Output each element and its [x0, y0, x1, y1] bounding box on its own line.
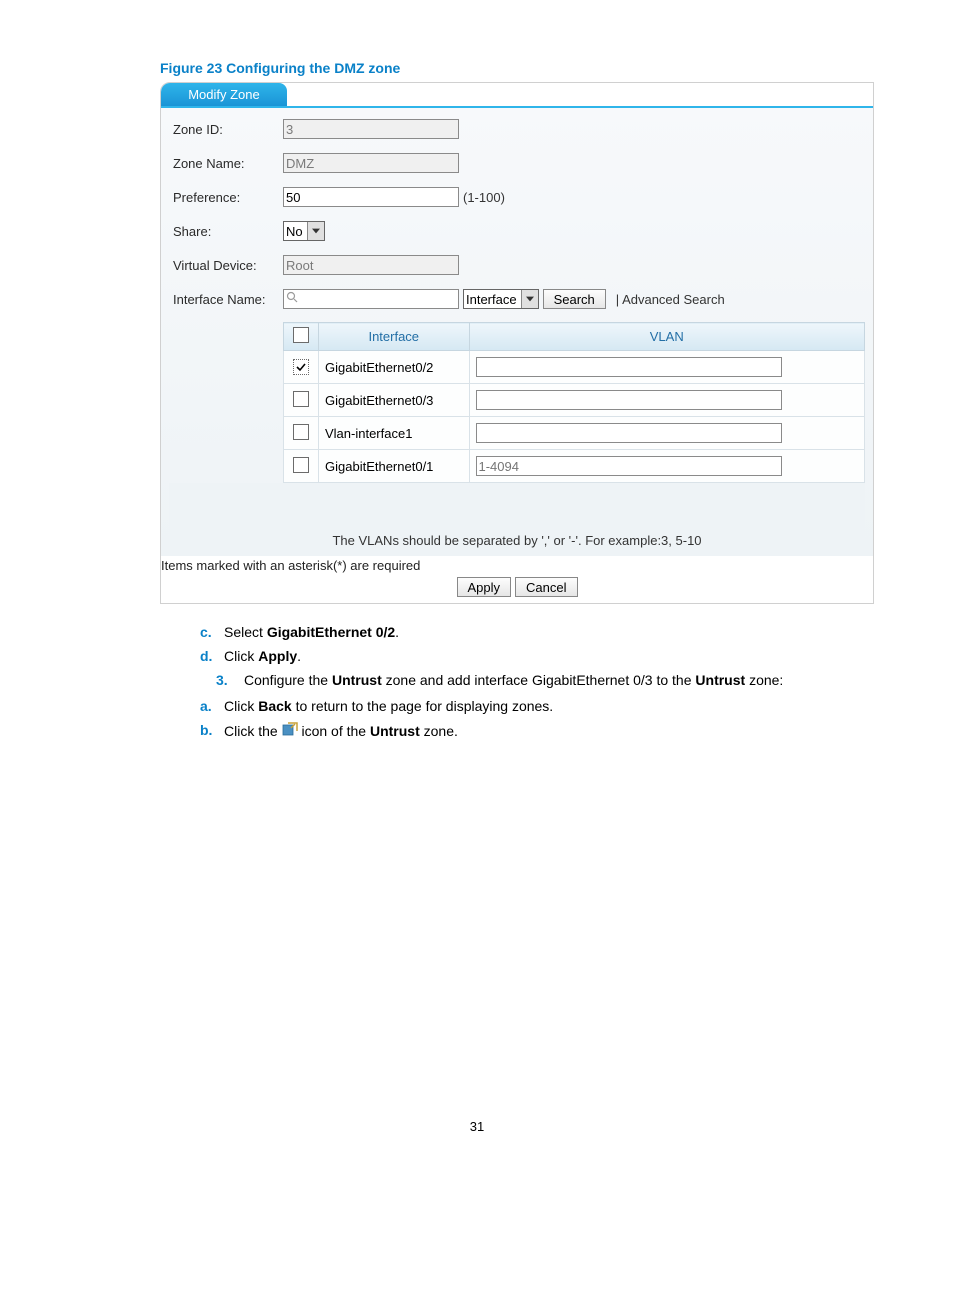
advanced-search-link[interactable]: | Advanced Search: [616, 292, 725, 307]
step-b-text: Click the icon of the Untrust zone.: [224, 722, 874, 739]
table-row: GigabitEthernet0/1: [284, 450, 865, 483]
search-field-select[interactable]: Interface: [463, 289, 539, 309]
virtual-device-input: [283, 255, 459, 275]
action-row: Apply Cancel: [161, 573, 873, 603]
label-zone-id: Zone ID:: [169, 122, 283, 137]
interface-table: Interface VLAN GigabitEthernet0/2: [283, 322, 865, 483]
vlan-input[interactable]: [476, 456, 782, 476]
label-interface-name: Interface Name:: [169, 292, 283, 307]
cancel-button[interactable]: Cancel: [515, 577, 577, 597]
cell-interface: GigabitEthernet0/3: [319, 384, 470, 417]
select-all-checkbox[interactable]: [293, 327, 309, 343]
form-area: Zone ID: Zone Name: Preference: (1-100) …: [161, 108, 873, 556]
header-vlan: VLAN: [469, 323, 865, 351]
step-bullet-3: 3.: [216, 672, 244, 688]
apply-button[interactable]: Apply: [457, 577, 512, 597]
vlan-input[interactable]: [476, 423, 782, 443]
cell-interface: GigabitEthernet0/2: [319, 351, 470, 384]
row-checkbox[interactable]: [293, 391, 309, 407]
cell-interface: Vlan-interface1: [319, 417, 470, 450]
search-icon: [286, 291, 298, 306]
chevron-down-icon: [521, 290, 538, 308]
label-share: Share:: [169, 224, 283, 239]
table-row: GigabitEthernet0/2: [284, 351, 865, 384]
table-row: GigabitEthernet0/3: [284, 384, 865, 417]
cell-interface: GigabitEthernet0/1: [319, 450, 470, 483]
preference-range-hint: (1-100): [463, 190, 505, 205]
row-checkbox[interactable]: [293, 424, 309, 440]
edit-icon: [282, 722, 298, 736]
table-row: Vlan-interface1: [284, 417, 865, 450]
step-bullet-b: b.: [200, 722, 224, 739]
label-zone-name: Zone Name:: [169, 156, 283, 171]
step-bullet-d: d.: [200, 648, 224, 664]
preference-input[interactable]: [283, 187, 459, 207]
search-button[interactable]: Search: [543, 289, 606, 309]
figure-caption: Figure 23 Configuring the DMZ zone: [160, 60, 874, 76]
modify-zone-panel: Modify Zone Zone ID: Zone Name: Preferen…: [160, 82, 874, 604]
step-3-text: Configure the Untrust zone and add inter…: [244, 672, 874, 688]
interface-search-input[interactable]: [283, 289, 459, 309]
zone-name-input: [283, 153, 459, 173]
asterisk-note: Items marked with an asterisk(*) are req…: [161, 556, 873, 573]
chevron-down-icon: [307, 222, 324, 240]
tab-modify-zone[interactable]: Modify Zone: [161, 83, 287, 106]
search-field-select-value: Interface: [464, 292, 521, 307]
label-virtual-device: Virtual Device:: [169, 258, 283, 273]
header-interface: Interface: [319, 323, 470, 351]
label-preference: Preference:: [169, 190, 283, 205]
step-a-text: Click Back to return to the page for dis…: [224, 698, 874, 714]
step-c-text: Select GigabitEthernet 0/2.: [224, 624, 874, 640]
step-bullet-c: c.: [200, 624, 224, 640]
share-select[interactable]: No: [283, 221, 325, 241]
row-checkbox[interactable]: [293, 359, 309, 375]
share-select-value: No: [284, 224, 307, 239]
vlan-input[interactable]: [476, 357, 782, 377]
zone-id-input: [283, 119, 459, 139]
tab-bar: Modify Zone: [161, 83, 873, 108]
page-number: 31: [80, 1119, 874, 1134]
vlan-input[interactable]: [476, 390, 782, 410]
step-bullet-a: a.: [200, 698, 224, 714]
header-checkbox-cell: [284, 323, 319, 351]
vlan-note: The VLANs should be separated by ',' or …: [169, 483, 865, 548]
row-checkbox[interactable]: [293, 457, 309, 473]
step-d-text: Click Apply.: [224, 648, 874, 664]
instruction-list: c. Select GigabitEthernet 0/2. d. Click …: [200, 624, 874, 739]
